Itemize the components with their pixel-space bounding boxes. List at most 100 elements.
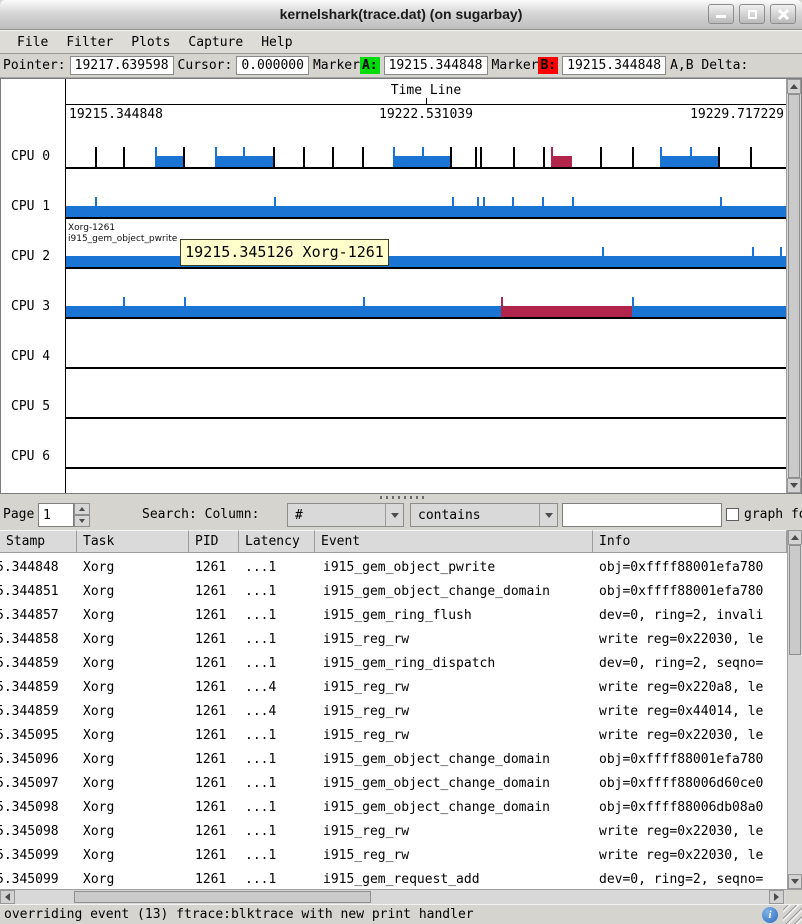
page-input[interactable]	[38, 503, 74, 527]
task-label-event: i915_gem_object_pwrite	[68, 234, 177, 245]
table-row[interactable]: 5.345096Xorg1261...1i915_gem_object_chan…	[0, 748, 787, 772]
table-row[interactable]: 5.344859Xorg1261...4i915_reg_rwwrite reg…	[0, 676, 787, 700]
scrollbar-thumb[interactable]	[788, 94, 800, 478]
cpu-band-4[interactable]	[66, 319, 786, 369]
event-tick	[602, 247, 604, 267]
maximize-button[interactable]	[739, 4, 765, 24]
spin-down-icon	[79, 519, 85, 523]
event-tick	[452, 197, 454, 217]
event-tick	[632, 297, 634, 317]
cpu-label-0: CPU 0	[1, 149, 65, 165]
match-dropdown[interactable]: contains	[410, 503, 558, 527]
scroll-right-button[interactable]	[769, 890, 784, 904]
event-tick	[542, 197, 544, 217]
arrow-right-icon	[774, 893, 779, 901]
graph-follows-checkbox[interactable]	[726, 508, 739, 521]
table-row[interactable]: 5.344858Xorg1261...1i915_reg_rwwrite reg…	[0, 628, 787, 652]
cell-latency: ...1	[239, 604, 315, 628]
match-dropdown-value: contains	[411, 508, 539, 523]
cpu-band-1[interactable]	[66, 169, 786, 219]
table-row[interactable]: 5.344857Xorg1261...1i915_gem_ring_flushd…	[0, 604, 787, 628]
table-body: 5.344848Xorg1261...1i915_gem_object_pwri…	[0, 553, 787, 889]
scroll-up-button[interactable]	[787, 79, 801, 94]
timeline-plot[interactable]: Time Line 19215.344848 19222.531039 1922…	[65, 79, 786, 493]
event-tick	[475, 147, 477, 167]
arrow-up-icon	[791, 535, 799, 540]
table-row[interactable]: 5.344851Xorg1261...1i915_gem_object_chan…	[0, 580, 787, 604]
cell-info: dev=0, ring=2, seqno=	[593, 652, 786, 676]
menu-help[interactable]: Help	[252, 33, 301, 52]
event-tick	[274, 197, 276, 217]
column-dropdown[interactable]: #	[287, 503, 404, 527]
scroll-down-button[interactable]	[787, 478, 801, 493]
cpu-band-6[interactable]	[66, 419, 786, 469]
cell-info: dev=0, ring=2, invali	[593, 604, 786, 628]
table-row[interactable]: 5.345099Xorg1261...1i915_gem_request_add…	[0, 868, 787, 889]
arrow-up-icon	[790, 84, 798, 89]
graph-follows-label: graph follows	[744, 507, 802, 522]
event-tick	[95, 147, 97, 167]
cell-task: Xorg	[77, 772, 189, 796]
cell-latency: ...1	[239, 580, 315, 604]
column-header-pid[interactable]: PID	[189, 530, 239, 553]
search-input[interactable]	[562, 503, 722, 527]
column-header-task[interactable]: Task	[77, 530, 189, 553]
graph-vertical-scrollbar[interactable]	[786, 79, 801, 493]
menu-filter[interactable]: Filter	[57, 33, 122, 52]
task-label-name: Xorg-1261	[68, 223, 177, 234]
close-button[interactable]	[770, 4, 796, 24]
title-bar[interactable]: kernelshark(trace.dat) (on sugarbay)	[0, 0, 802, 30]
table-row[interactable]: 5.345095Xorg1261...1i915_reg_rwwrite reg…	[0, 724, 787, 748]
table-row[interactable]: 5.345099Xorg1261...1i915_reg_rwwrite reg…	[0, 844, 787, 868]
cell-stamp: 5.344851	[0, 580, 77, 604]
cell-task: Xorg	[77, 700, 189, 724]
cell-latency: ...1	[239, 628, 315, 652]
cpu-label-column: CPU 0CPU 1CPU 2CPU 3CPU 4CPU 5CPU 6	[1, 79, 65, 493]
event-tick	[660, 147, 662, 167]
column-header-event[interactable]: Event	[315, 530, 593, 553]
status-bar: overriding event (13) ftrace:blktrace wi…	[0, 904, 802, 924]
event-tick	[183, 147, 185, 167]
page-spin-up-button[interactable]	[74, 503, 90, 515]
cell-latency: ...1	[239, 652, 315, 676]
column-header-stamp[interactable]: Stamp	[0, 530, 77, 553]
menu-plots[interactable]: Plots	[122, 33, 179, 52]
menu-capture[interactable]: Capture	[179, 33, 252, 52]
marker-b-value: 19215.344848	[562, 56, 666, 75]
cell-pid: 1261	[189, 820, 239, 844]
pointer-value: 19217.639598	[70, 56, 174, 75]
column-header-latency[interactable]: Latency	[239, 530, 315, 553]
cpu-band-5[interactable]	[66, 369, 786, 419]
resize-grip-icon[interactable]	[783, 905, 802, 924]
table-row[interactable]: 5.345097Xorg1261...1i915_gem_object_chan…	[0, 772, 787, 796]
cell-stamp: 5.344859	[0, 676, 77, 700]
table-vertical-scrollbar[interactable]	[787, 530, 802, 889]
table-scroll-down-button[interactable]	[788, 874, 802, 889]
column-header-info[interactable]: Info	[593, 530, 787, 553]
page-spin-down-button[interactable]	[74, 515, 90, 527]
cell-event: i915_reg_rw	[315, 724, 593, 748]
table-scrollbar-thumb[interactable]	[789, 545, 801, 655]
hscrollbar-thumb[interactable]	[74, 891, 371, 903]
table-row[interactable]: 5.345098Xorg1261...1i915_gem_object_chan…	[0, 796, 787, 820]
kernelshark-window: { "window": { "title": "kernelshark(trac…	[0, 0, 802, 924]
table-row[interactable]: 5.345098Xorg1261...1i915_reg_rwwrite reg…	[0, 820, 787, 844]
cell-stamp: 5.345099	[0, 868, 77, 889]
marker-bar: Pointer: 19217.639598 Cursor: 0.000000 M…	[0, 54, 802, 78]
cell-stamp: 5.344859	[0, 700, 77, 724]
info-icon[interactable]: i	[762, 907, 778, 923]
table-scroll-up-button[interactable]	[788, 530, 802, 545]
table-row[interactable]: 5.344848Xorg1261...1i915_gem_object_pwri…	[0, 556, 787, 580]
event-tick	[422, 147, 424, 167]
scroll-left-button[interactable]	[0, 890, 15, 904]
table-row[interactable]: 5.344859Xorg1261...1i915_gem_ring_dispat…	[0, 652, 787, 676]
cell-pid: 1261	[189, 844, 239, 868]
cpu-band-0[interactable]	[66, 119, 786, 169]
cpu-band-3[interactable]	[66, 269, 786, 319]
table-row[interactable]: 5.344859Xorg1261...4i915_reg_rwwrite reg…	[0, 700, 787, 724]
event-table: StampTaskPIDLatencyEventInfo 5.344848Xor…	[0, 530, 802, 889]
marker-a-chip: A:	[360, 57, 380, 74]
table-horizontal-scrollbar[interactable]	[0, 889, 802, 904]
menu-file[interactable]: File	[8, 33, 57, 52]
minimize-button[interactable]	[708, 4, 734, 24]
